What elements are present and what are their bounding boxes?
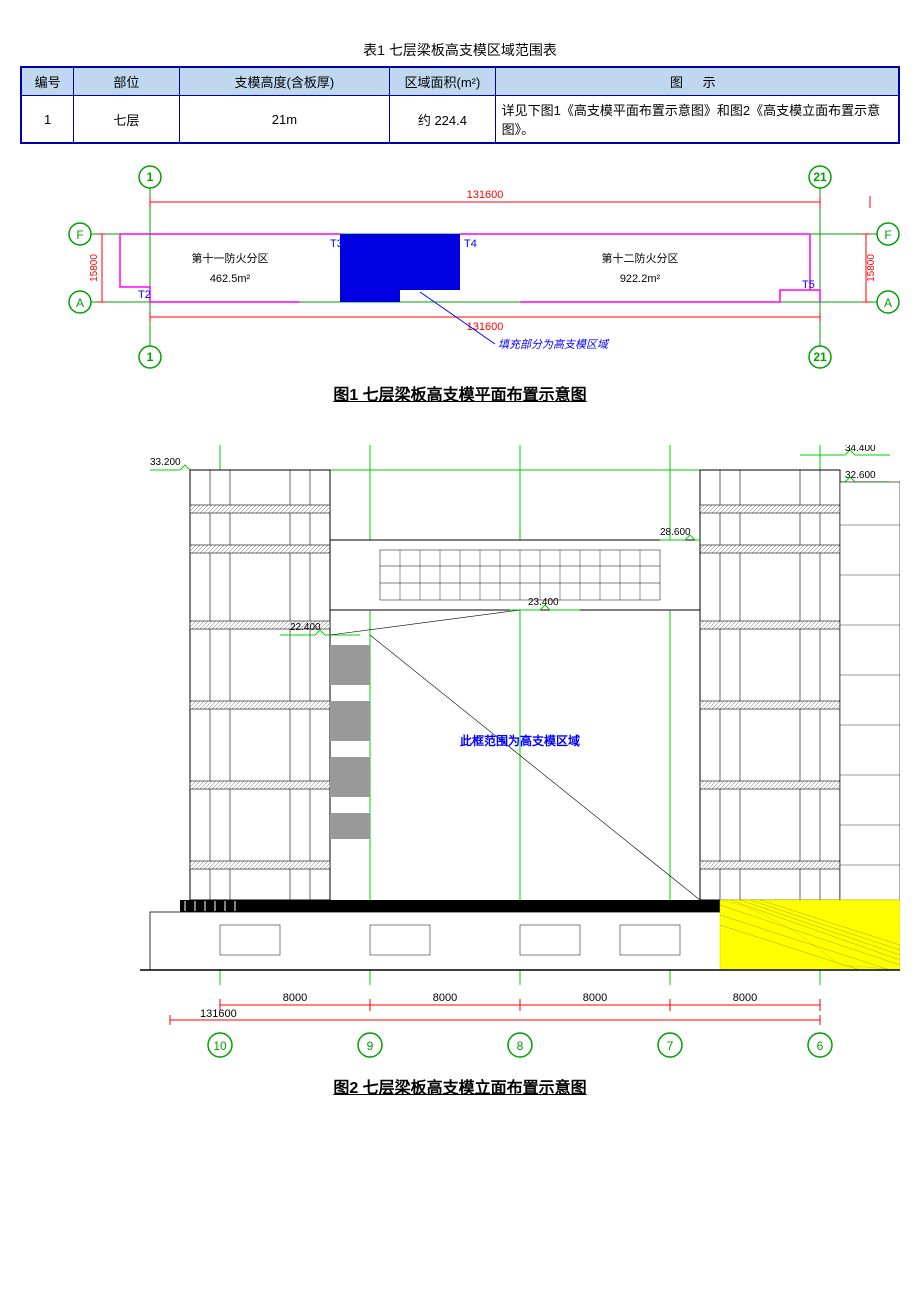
zone11-title: 第十一防火分区 [192,251,269,265]
elev-28600: 28.600 [660,527,691,538]
label-t4: T4 [464,238,477,250]
zone12-title: 第十二防火分区 [602,251,679,265]
col-height: 支模高度(含板厚) [179,67,390,96]
elev-33200: 33.200 [150,457,181,468]
elev-32600: 32.600 [845,470,876,481]
label-t5: T5 [802,279,815,291]
grid-9: 9 [367,1039,374,1053]
cell-part: 七层 [74,96,179,144]
elevation-svg: 33.200 34.400 32.600 [20,445,900,1065]
col-part: 部位 [74,67,179,96]
dim-total: 131600 [200,1008,237,1020]
cell-num: 1 [21,96,74,144]
span-1: 8000 [283,992,307,1004]
figure1-caption: 图1 七层梁板高支模平面布置示意图 [20,381,900,405]
grid-21-top-label: 21 [813,170,827,184]
col-num: 编号 [21,67,74,96]
figure2: 33.200 34.400 32.600 [20,445,900,1098]
elev-34400: 34.400 [845,445,876,454]
figure1: 1 21 1 21 131600 F A F A 15800 15800 [20,162,900,405]
grid-1-top-label: 1 [147,170,154,184]
table-header-row: 编号 部位 支模高度(含板厚) 区域面积(m²) 图 示 [21,67,899,96]
elev-22400: 22.400 [290,622,321,633]
fill-note: 填充部分为高支模区域 [498,338,610,351]
grid-A-right: A [884,296,892,310]
data-table: 编号 部位 支模高度(含板厚) 区域面积(m²) 图 示 1 七层 21m 约 … [20,66,900,144]
table-title: 表1 七层梁板高支模区域范围表 [20,40,900,60]
zone12-area: 922.2m² [620,273,661,285]
span-4: 8000 [733,992,757,1004]
figure2-caption: 图2 七层梁板高支模立面布置示意图 [20,1074,900,1098]
span-2: 8000 [433,992,457,1004]
cell-note: 详见下图1《高支模平面布置示意图》和图2《高支模立面布置示意图》。 [495,96,899,144]
col-area: 区域面积(m²) [390,67,495,96]
grid-7: 7 [667,1039,674,1053]
dim-left: 15800 [89,254,100,282]
dim-right: 15800 [866,254,877,282]
col-note: 图 示 [495,67,899,96]
elev-note: 此框范围为高支模区域 [460,733,580,748]
dim-bottom: 131600 [467,321,504,333]
grid-21-bot-label: 21 [813,350,827,364]
grid-8: 8 [517,1039,524,1053]
span-3: 8000 [583,992,607,1004]
label-t3: T3 [330,238,343,250]
grid-1-bot-label: 1 [147,350,154,364]
plan-svg: 1 21 1 21 131600 F A F A 15800 15800 [20,162,900,372]
table-row: 1 七层 21m 约 224.4 详见下图1《高支模平面布置示意图》和图2《高支… [21,96,899,144]
dim-top: 131600 [467,189,504,201]
highformwork-zone [340,234,460,302]
grid-A-left: A [76,296,84,310]
grid-F-left: F [76,228,83,242]
cell-area: 约 224.4 [390,96,495,144]
elev-23400: 23.400 [528,597,559,608]
label-t2: T2 [138,289,151,301]
grid-10: 10 [213,1039,227,1053]
cell-height: 21m [179,96,390,144]
zone11-area: 462.5m² [210,273,251,285]
grid-F-right: F [884,228,891,242]
grid-6: 6 [817,1039,824,1053]
